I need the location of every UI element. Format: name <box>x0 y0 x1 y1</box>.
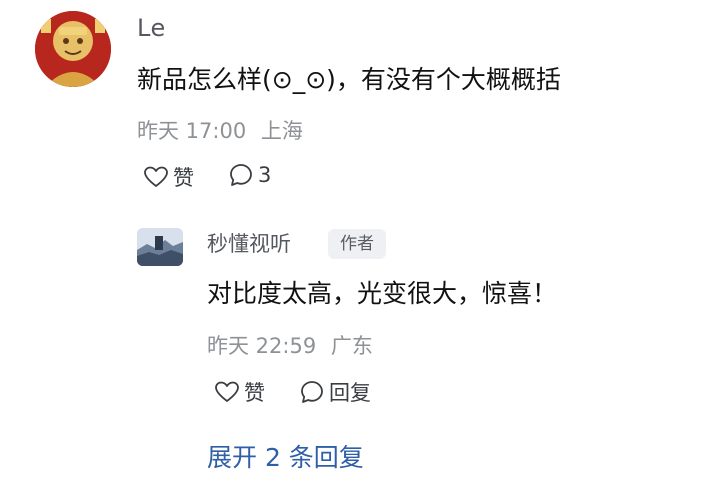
heart-icon <box>144 166 168 187</box>
expand-replies-link[interactable]: 展开 2 条回复 <box>207 438 364 474</box>
author-badge: 作者 <box>328 229 386 259</box>
comment-replies-button[interactable]: 3 <box>228 162 271 188</box>
reply-avatar[interactable] <box>137 228 183 266</box>
comment-thread: Le 新品怎么样(⊙_⊙)，有没有个大概概括 昨天 17:00 上海 赞 3 秒… <box>0 0 710 486</box>
comment-meta: 昨天 17:00 上海 <box>137 115 303 145</box>
speech-bubble-icon <box>230 164 252 186</box>
ornate-figure-avatar-icon <box>35 11 111 87</box>
reply-reply-button[interactable]: 回复 <box>299 377 371 407</box>
reply-text: 对比度太高，光变很大，惊喜！ <box>207 279 558 308</box>
reply-meta: 昨天 22:59 广东 <box>207 330 373 360</box>
comment-reply-count: 3 <box>258 163 272 187</box>
reply-location: 广东 <box>330 334 373 358</box>
comment-like-label: 赞 <box>173 166 194 190</box>
reply-like-button[interactable]: 赞 <box>214 377 265 407</box>
speech-bubble-icon <box>301 381 323 403</box>
landscape-photo-avatar-icon <box>137 228 183 266</box>
comment-author-name[interactable]: Le <box>137 14 166 42</box>
heart-icon <box>215 381 239 402</box>
comment-like-button[interactable]: 赞 <box>143 162 194 192</box>
comment-text: 新品怎么样(⊙_⊙)，有没有个大概概括 <box>137 65 561 94</box>
reply-time: 昨天 22:59 <box>207 334 317 358</box>
comment-time: 昨天 17:00 <box>137 119 247 143</box>
reply-author-name[interactable]: 秒懂视听 <box>207 228 291 258</box>
user-avatar[interactable] <box>35 11 111 87</box>
reply-reply-label: 回复 <box>329 381 371 405</box>
reply-like-label: 赞 <box>244 381 265 405</box>
comment-location: 上海 <box>260 119 303 143</box>
